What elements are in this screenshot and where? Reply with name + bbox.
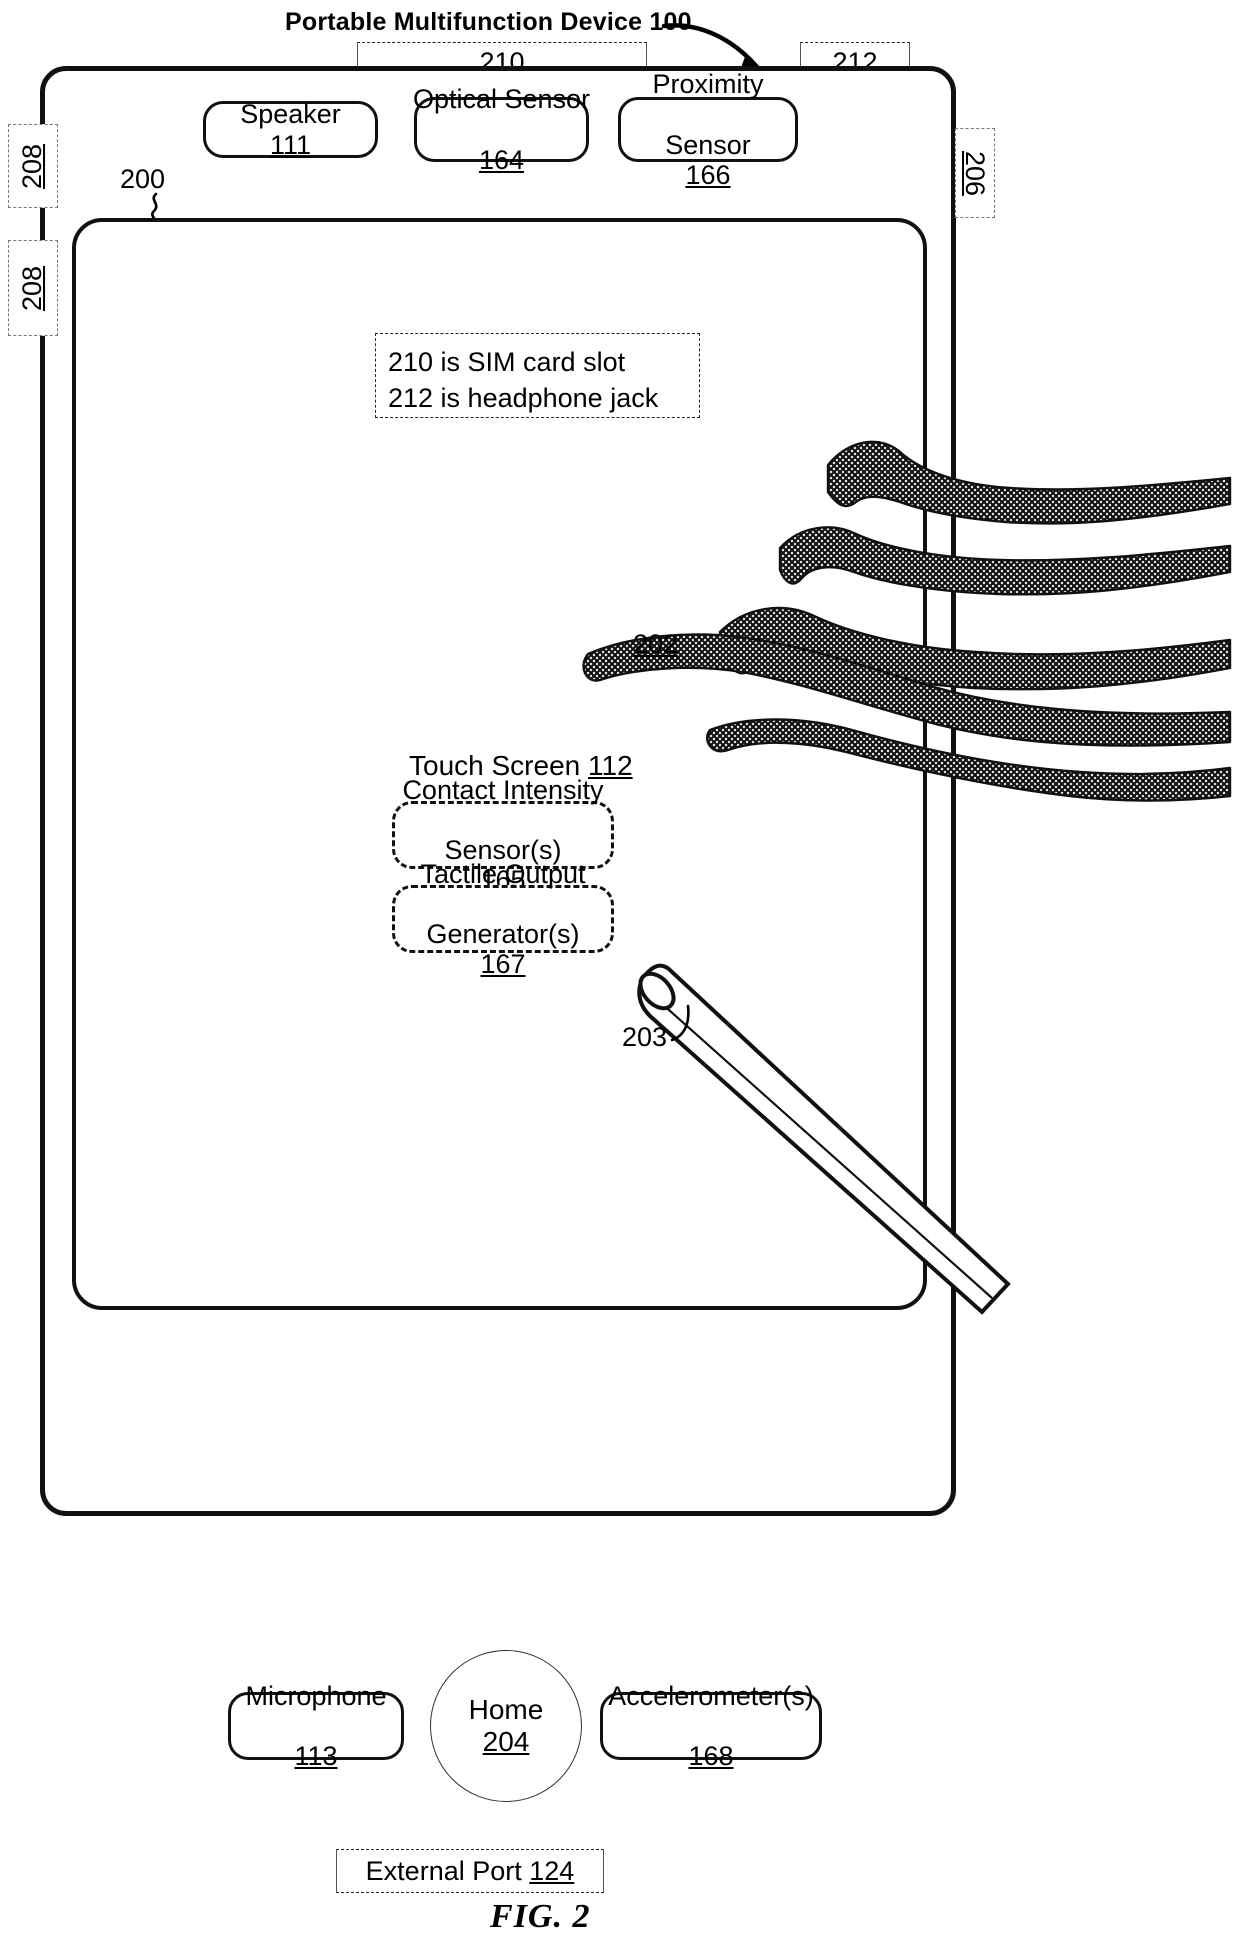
callout-tactile-output-generator-line-1: Tactile Output <box>420 858 586 889</box>
callout-accelerometer-label: Accelerometer(s) <box>608 1680 814 1711</box>
external-port-ref: 124 <box>529 1855 575 1886</box>
callout-tactile-output-generator-line-2: Generator(s) <box>426 919 580 949</box>
callout-optical-sensor-ref: 164 <box>478 144 525 175</box>
callout-microphone-ref: 113 <box>294 1741 338 1772</box>
callout-microphone: Microphone 113 <box>228 1681 404 1771</box>
ref-box-208-upper: 208 <box>8 124 58 208</box>
callout-tactile-output-generator: Tactile Output Generator(s) 167 <box>392 859 614 979</box>
ref-label-200: 200 <box>120 164 166 194</box>
callout-accelerometer-ref: 168 <box>688 1741 734 1772</box>
callout-speaker: Speaker 111 <box>203 99 378 160</box>
home-button-ref: 204 <box>482 1726 530 1757</box>
home-button-label: Home <box>468 1693 544 1725</box>
legend-note-line-1: 210 is SIM card slot <box>388 347 626 377</box>
figure-caption: FIG. 2 <box>490 1898 591 1935</box>
callout-optical-sensor: Optical Sensor 164 <box>413 84 590 174</box>
callout-contact-intensity-sensor-line-1: Contact Intensity <box>402 774 604 805</box>
callout-proximity-sensor-ref: 166 <box>685 159 731 190</box>
ref-label-208-lower: 208 <box>17 265 48 311</box>
callout-optical-sensor-label: Optical Sensor <box>412 84 591 115</box>
ref-box-208-lower: 208 <box>8 240 58 336</box>
callout-proximity-sensor-label-1: Proximity <box>652 69 764 100</box>
ref-label-203: 203 <box>622 1022 668 1052</box>
ref-label-202: 202 <box>633 629 679 659</box>
callout-speaker-label: Speaker <box>240 99 341 130</box>
callout-tactile-output-generator-ref: 167 <box>480 949 526 980</box>
figure-title: Portable Multifunction Device 100 <box>285 8 692 36</box>
callout-microphone-label: Microphone <box>245 1680 387 1711</box>
ref-box-206: 206 <box>955 128 995 218</box>
callout-proximity-sensor-label-2: Sensor 166 <box>652 130 763 190</box>
external-port-label: External Port <box>365 1855 522 1886</box>
patent-figure-2: Portable Multifunction Device 100 210 21… <box>0 0 1240 1949</box>
home-button[interactable]: Home 204 <box>430 1650 582 1802</box>
ref-label-206: 206 <box>960 150 991 196</box>
callout-proximity-sensor: Proximity Sensor 166 <box>618 69 798 190</box>
callout-accelerometer: Accelerometer(s) 168 <box>600 1681 822 1771</box>
callout-speaker-ref: 111 <box>269 129 312 160</box>
leader-line-203 <box>670 1004 690 1042</box>
ref-box-external-port: External Port 124 <box>336 1849 604 1893</box>
legend-note-box: 210 is SIM card slot 212 is headphone ja… <box>375 333 700 418</box>
legend-note-line-2: 212 is headphone jack <box>388 383 659 414</box>
hand-finger-illustration <box>582 440 1232 802</box>
ref-label-208-upper: 208 <box>17 143 48 189</box>
